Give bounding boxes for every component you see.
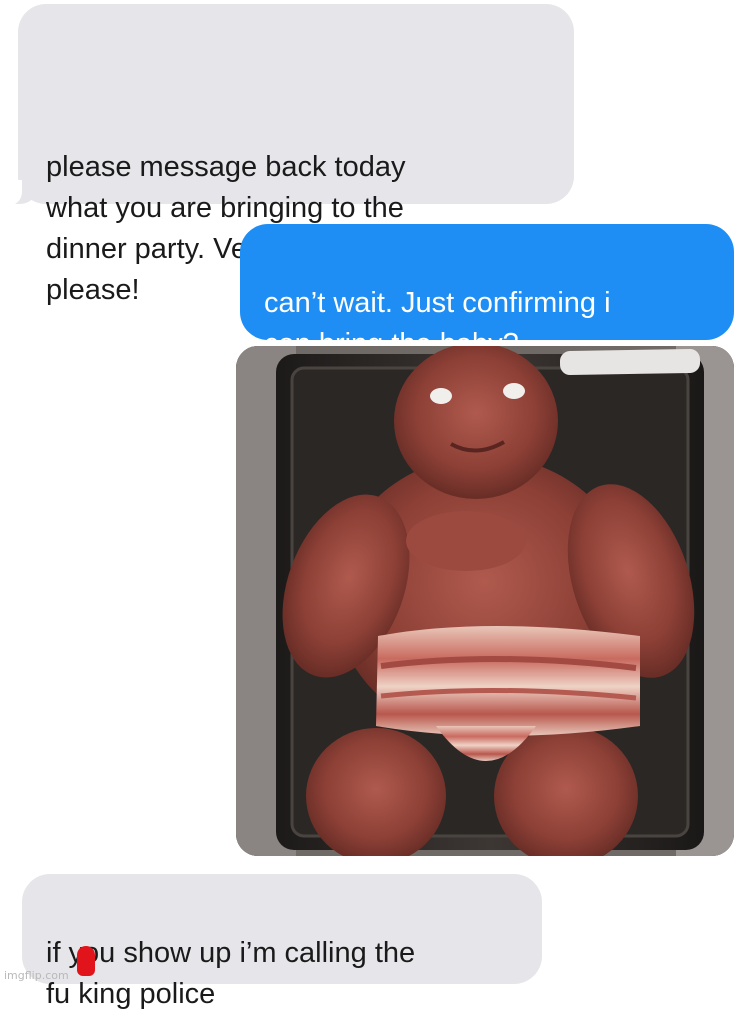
censor-mark bbox=[77, 946, 95, 976]
outgoing-message-bubble[interactable]: can’t wait. Just confirming i can bring … bbox=[240, 224, 734, 360]
meatloaf-baby-photo bbox=[236, 346, 734, 856]
redaction-scribble bbox=[559, 348, 701, 376]
message-text: if you show up i’m calling the fu king p… bbox=[46, 937, 416, 1010]
watermark: imgflip.com bbox=[4, 969, 69, 982]
incoming-message-bubble[interactable]: if you show up i’m calling the fu king p… bbox=[22, 874, 542, 1010]
incoming-message-bubble[interactable]: please message back today what you are b… bbox=[2, 4, 574, 306]
outgoing-photo-message[interactable] bbox=[236, 346, 734, 856]
